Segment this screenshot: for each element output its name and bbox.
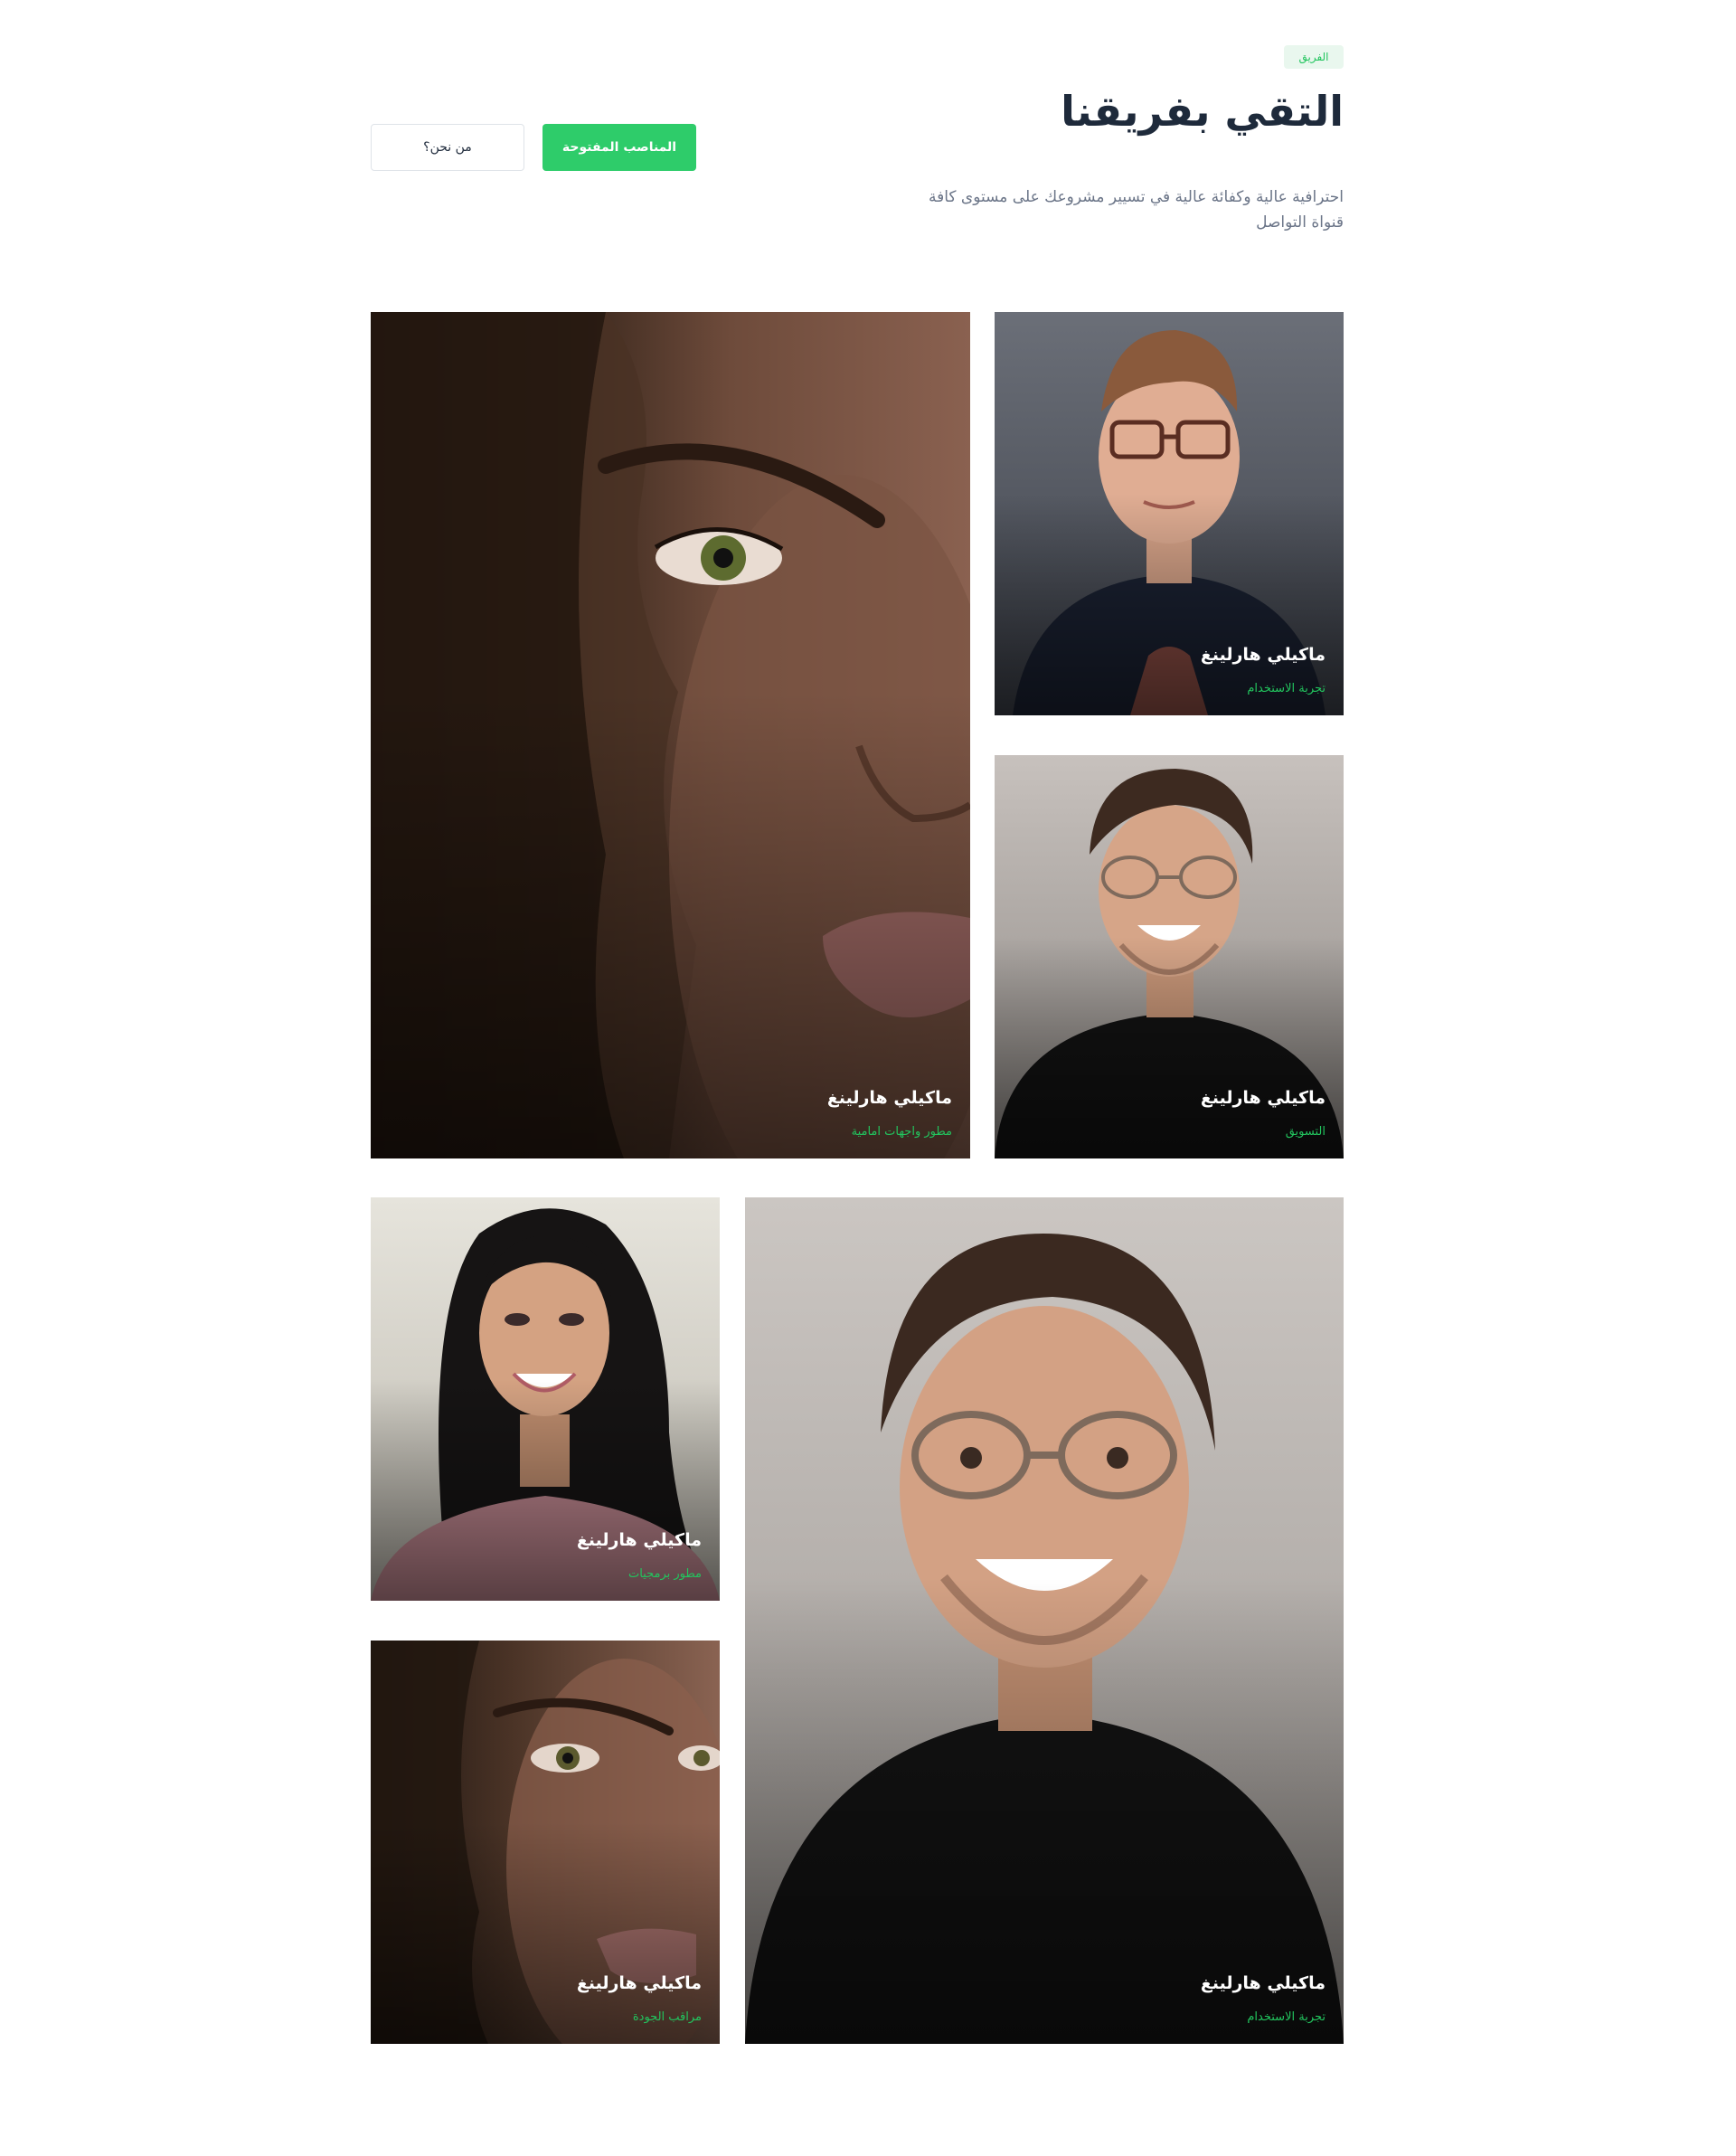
page-subtitle: احترافية عالية وكفائة عالية في تسيير مشر… <box>929 188 1344 232</box>
team-member-name: ماكيلي هارلينغ <box>1200 1973 1326 1993</box>
team-member-role: مطور برمجيات <box>627 1567 702 1581</box>
about-us-button[interactable]: من نحن؟ <box>371 124 524 171</box>
team-member-name: ماكيلي هارلينغ <box>576 1530 702 1550</box>
team-member-name: ماكيلي هارلينغ <box>1200 645 1326 665</box>
team-member-name: ماكيلي هارلينغ <box>576 1973 702 1993</box>
team-member-name: ماكيلي هارلينغ <box>1200 1088 1326 1108</box>
team-member-card[interactable]: ماكيلي هارلينغ تجربة الاستخدام <box>995 312 1344 715</box>
team-member-role: مطور واجهات امامية <box>851 1125 952 1139</box>
team-member-role: مراقب الجودة <box>632 2010 702 2024</box>
team-member-name: ماكيلي هارلينغ <box>826 1088 952 1108</box>
open-positions-button[interactable]: المناصب المفتوحة <box>542 124 696 171</box>
team-member-card[interactable]: ماكيلي هارلينغ مراقب الجودة <box>371 1641 720 2044</box>
team-member-card[interactable]: ماكيلي هارلينغ مطور برمجيات <box>371 1197 720 1601</box>
team-member-role: تجربة الاستخدام <box>1247 2010 1326 2024</box>
team-member-card[interactable]: ماكيلي هارلينغ تجربة الاستخدام <box>745 1197 1344 2044</box>
team-member-card[interactable]: ماكيلي هارلينغ التسويق <box>995 755 1344 1158</box>
page-title: التقي بفريقنا <box>1061 87 1344 136</box>
team-member-role: التسويق <box>1285 1125 1326 1139</box>
team-member-role: تجربة الاستخدام <box>1247 682 1326 695</box>
team-member-card[interactable]: ماكيلي هارلينغ مطور واجهات امامية <box>371 312 970 1158</box>
section-badge: الفريق <box>1284 45 1344 69</box>
